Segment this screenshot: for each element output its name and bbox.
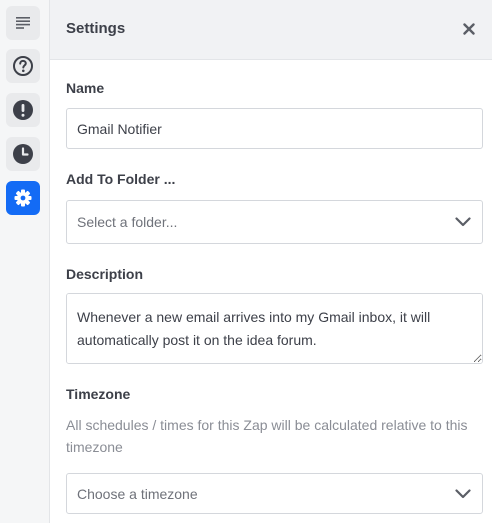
help-button[interactable]: [6, 49, 40, 83]
alerts-button[interactable]: [6, 93, 40, 127]
chevron-down-icon: [455, 217, 471, 227]
help-circle-icon: [13, 56, 33, 76]
outline-button[interactable]: [6, 6, 40, 40]
gear-icon: [14, 189, 32, 207]
history-button[interactable]: [6, 137, 40, 171]
description-textarea[interactable]: Whenever a new email arrives into my Gma…: [66, 293, 483, 364]
folder-select-placeholder: Select a folder...: [77, 214, 178, 230]
timezone-label: Timezone: [66, 386, 131, 402]
timezone-select[interactable]: Choose a timezone: [66, 473, 483, 514]
side-rail: [0, 0, 50, 523]
settings-panel: Settings Name Add To Folder ... Select a…: [50, 0, 492, 523]
folder-select[interactable]: Select a folder...: [66, 200, 483, 244]
clock-icon: [13, 144, 33, 164]
name-label: Name: [66, 80, 105, 96]
close-icon: [463, 23, 475, 35]
settings-button[interactable]: [6, 181, 40, 215]
close-button[interactable]: [460, 20, 478, 38]
name-input[interactable]: [66, 108, 483, 149]
timezone-help-text: All schedules / times for this Zap will …: [66, 417, 468, 455]
chevron-down-icon: [455, 488, 471, 498]
panel-header: Settings: [50, 0, 492, 60]
timezone-select-placeholder: Choose a timezone: [77, 485, 198, 502]
panel-title: Settings: [66, 20, 126, 37]
folder-label: Add To Folder ...: [66, 171, 176, 187]
description-label: Description: [66, 266, 144, 282]
list-icon: [16, 17, 30, 29]
alert-icon: [13, 100, 33, 120]
